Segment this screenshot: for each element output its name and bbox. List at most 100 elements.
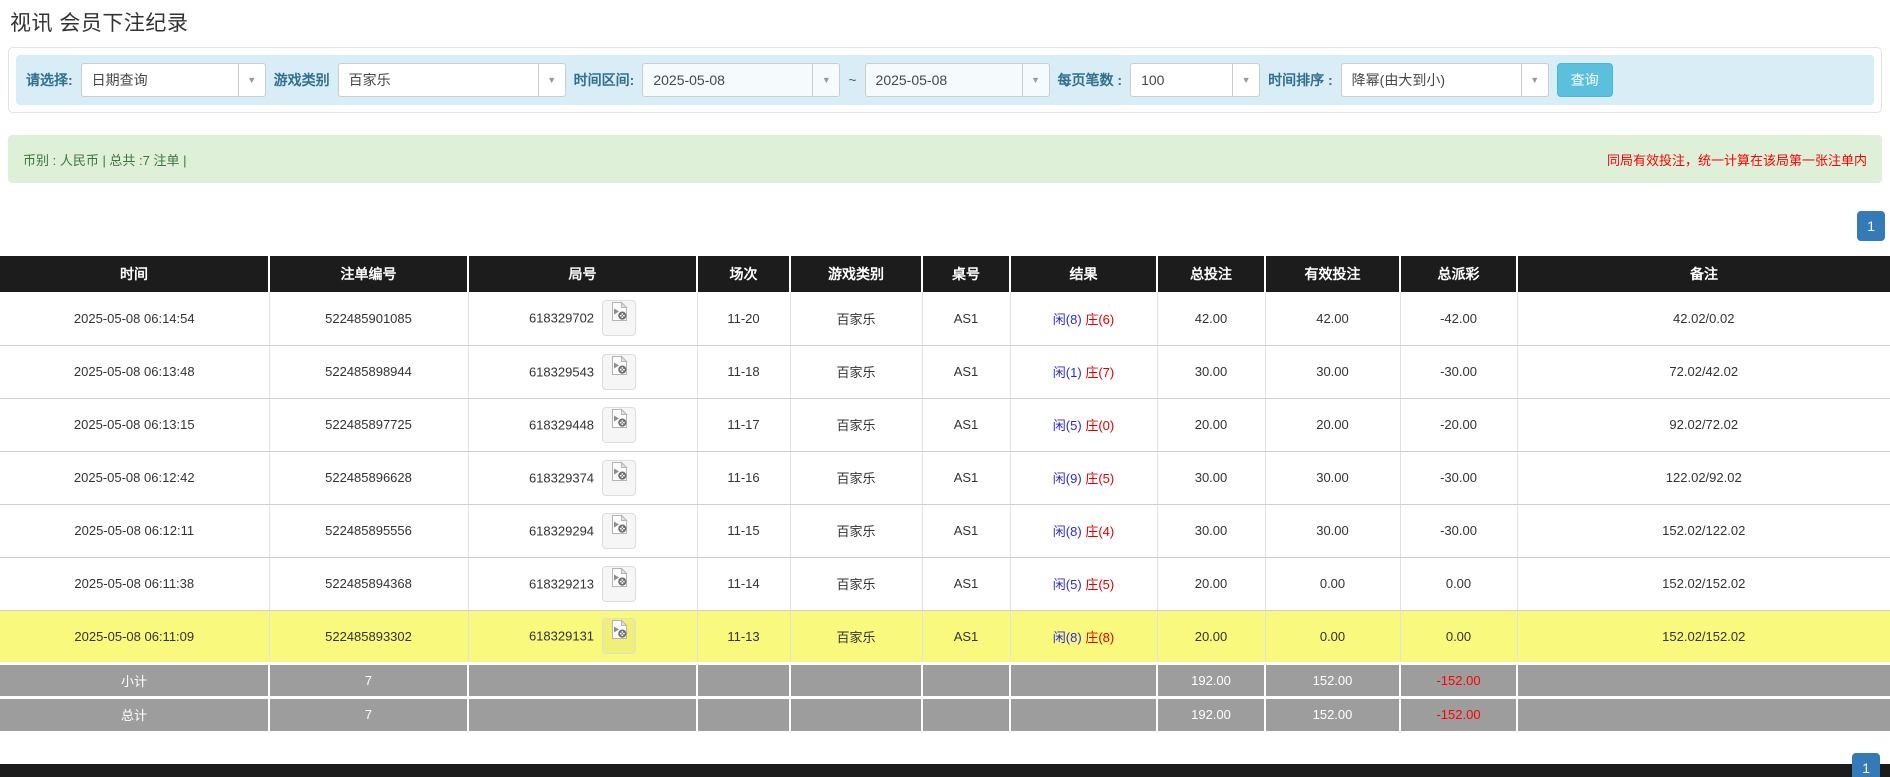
bet-records-table: 时间 注单编号 局号 场次 游戏类别 桌号 结果 总投注 有效投注 总派彩 备注 2025-05-0… — [0, 256, 1890, 731]
cell-bet-id: 522485897725 — [268, 398, 468, 452]
filter-bar: 请选择: 日期查询 ▼ 游戏类别 百家乐 ▼ 时间区间: 2025-05-08 … — [16, 55, 1874, 105]
date-to-select[interactable]: 2025-05-08 ▼ — [864, 63, 1050, 97]
query-type-select[interactable]: 日期查询 ▼ — [80, 63, 266, 97]
summary-count: 7 — [268, 695, 468, 731]
cell-remark: 122.02/92.02 — [1516, 451, 1890, 505]
pagination-top: 1 — [0, 211, 1890, 241]
column-header: 备注 — [1516, 256, 1890, 292]
result-banker: 庄(0) — [1085, 418, 1115, 433]
cell-total-bet[interactable]: 30.00 — [1156, 451, 1265, 505]
cell-game-category: 百家乐 — [789, 557, 922, 611]
cell-valid-bet: 42.00 — [1264, 292, 1400, 346]
time-sort-select[interactable]: 降幂(由大到小) ▼ — [1340, 63, 1549, 97]
cell-table-number: AS1 — [921, 292, 1010, 346]
summary-valid-bet: 152.00 — [1264, 661, 1400, 697]
summary-label: 小计 — [0, 661, 269, 697]
cell-bet-id: 522485893302 — [268, 610, 468, 664]
per-page-label: 每页笔数 : — [1057, 72, 1123, 88]
cell-round-id: 618329702 — [467, 292, 697, 346]
query-type-value: 日期查询 — [91, 72, 148, 88]
chevron-down-icon: ▼ — [1021, 64, 1049, 96]
footer-bar — [0, 764, 1890, 777]
summary-payout: -152.00 — [1399, 695, 1517, 731]
summary-empty — [696, 695, 790, 731]
round-number: 618329131 — [528, 628, 595, 644]
cell-result: 闲(8) 庄(6) — [1009, 292, 1157, 346]
chevron-down-icon: ▼ — [537, 64, 565, 96]
cell-total-bet[interactable]: 30.00 — [1156, 504, 1265, 558]
video-replay-button[interactable] — [602, 300, 637, 337]
result-banker: 庄(8) — [1085, 629, 1115, 645]
cell-payout: -30.00 — [1399, 504, 1517, 558]
cell-valid-bet: 30.00 — [1264, 504, 1400, 558]
cell-time: 2025-05-08 06:12:11 — [0, 504, 269, 558]
video-replay-button[interactable] — [602, 512, 637, 549]
page-1-button[interactable]: 1 — [1852, 753, 1880, 777]
cell-total-bet[interactable]: 20.00 — [1156, 398, 1265, 452]
summary-total-bet: 192.00 — [1156, 695, 1265, 731]
summary-valid-bet: 152.00 — [1264, 695, 1400, 731]
cell-bet-id: 522485898944 — [268, 345, 468, 399]
result-player: 闲(5) — [1052, 418, 1082, 433]
video-replay-button[interactable] — [602, 353, 637, 390]
round-number: 618329543 — [528, 364, 595, 379]
video-replay-button[interactable] — [602, 565, 637, 602]
cell-round-id: 618329213 — [467, 557, 697, 611]
cell-bet-id: 522485894368 — [268, 557, 468, 611]
column-header: 总投注 — [1156, 256, 1265, 292]
column-header: 游戏类别 — [789, 256, 922, 292]
cell-time: 2025-05-08 06:11:09 — [0, 610, 269, 664]
cell-game-category: 百家乐 — [789, 345, 922, 399]
video-replay-button[interactable] — [602, 618, 637, 654]
page-1-button[interactable]: 1 — [1857, 211, 1885, 241]
cell-table-number: AS1 — [921, 451, 1010, 505]
cell-remark: 92.02/72.02 — [1516, 398, 1890, 452]
cell-total-bet[interactable]: 20.00 — [1156, 557, 1265, 611]
date-from-select[interactable]: 2025-05-08 ▼ — [642, 63, 841, 97]
cell-total-bet[interactable]: 42.00 — [1156, 292, 1265, 346]
summary-empty — [467, 661, 697, 697]
result-banker: 庄(6) — [1085, 311, 1115, 327]
date-to-value: 2025-05-08 — [875, 72, 948, 88]
cell-result: 闲(8) 庄(8) — [1009, 610, 1157, 664]
cell-bet-id: 522485895556 — [268, 504, 468, 558]
cell-total-bet[interactable]: 20.00 — [1156, 610, 1265, 664]
cell-result: 闲(9) 庄(5) — [1009, 451, 1157, 505]
result-player: 闲(9) — [1052, 471, 1082, 486]
cell-remark: 152.02/152.02 — [1516, 610, 1890, 664]
result-player: 闲(1) — [1052, 365, 1082, 380]
cell-payout: -30.00 — [1399, 345, 1517, 399]
cell-game-category: 百家乐 — [789, 504, 922, 558]
cell-remark: 152.02/122.02 — [1516, 504, 1890, 558]
cell-table-number: AS1 — [921, 610, 1010, 664]
per-page-select[interactable]: 100 ▼ — [1130, 63, 1261, 97]
page-title: 视讯 会员下注纪录 — [10, 12, 189, 35]
summary-empty — [921, 695, 1010, 731]
game-category-select[interactable]: 百家乐 ▼ — [337, 63, 566, 97]
date-from-value: 2025-05-08 — [653, 72, 725, 88]
cell-valid-bet: 20.00 — [1264, 398, 1400, 452]
time-range-label: 时间区间: — [573, 72, 635, 88]
result-banker: 庄(4) — [1085, 524, 1115, 539]
cell-session: 11-13 — [696, 610, 790, 664]
summary-label: 总计 — [0, 695, 269, 731]
cell-payout: -30.00 — [1399, 451, 1517, 505]
summary-count: 7 — [268, 661, 468, 697]
video-replay-button[interactable] — [602, 459, 637, 496]
cell-result: 闲(1) 庄(7) — [1009, 345, 1157, 399]
column-header: 桌号 — [921, 256, 1010, 292]
summary-empty — [921, 661, 1010, 697]
summary-bar: 币别 : 人民币 | 总共 :7 注单 | 同局有效投注，统一计算在该局第一张注… — [8, 135, 1882, 183]
query-button[interactable]: 查询 — [1556, 63, 1613, 97]
column-header: 时间 — [0, 256, 269, 292]
video-replay-button[interactable] — [602, 406, 637, 443]
cell-table-number: AS1 — [921, 557, 1010, 611]
result-player: 闲(8) — [1052, 629, 1082, 645]
summary-row: 总计 7 192.00 152.00 -152.00 — [0, 695, 1890, 731]
result-player: 闲(8) — [1052, 524, 1082, 539]
cell-remark: 152.02/152.02 — [1516, 557, 1890, 611]
column-header: 总派彩 — [1399, 256, 1517, 292]
cell-total-bet[interactable]: 30.00 — [1156, 345, 1265, 399]
result-player: 闲(5) — [1052, 577, 1082, 592]
cell-time: 2025-05-08 06:12:42 — [0, 451, 269, 505]
